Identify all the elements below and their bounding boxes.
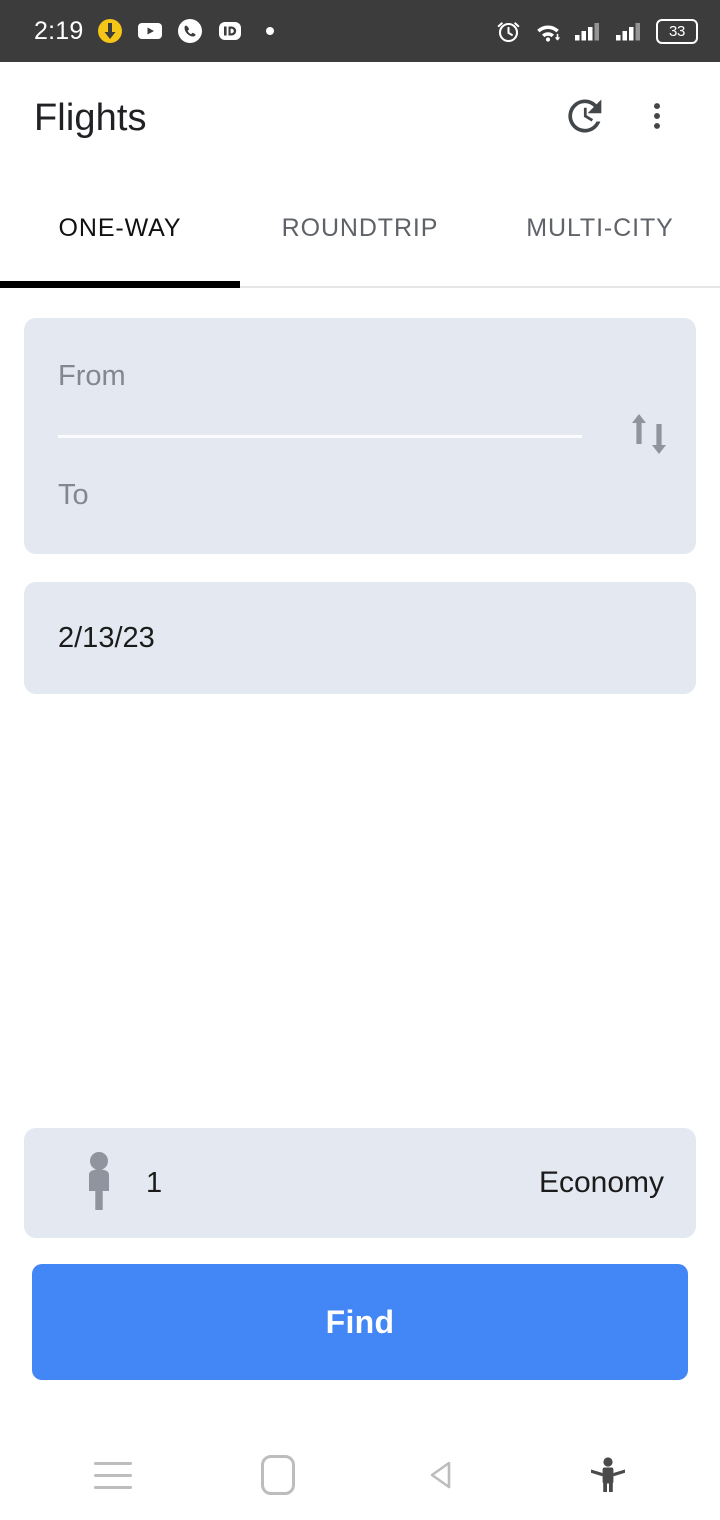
system-navigation-bar (0, 1430, 720, 1520)
swap-arrows-icon (626, 406, 674, 467)
passengers-class-row[interactable]: 1 Economy (24, 1128, 696, 1238)
accessibility-button[interactable] (525, 1430, 690, 1520)
home-button[interactable] (195, 1430, 360, 1520)
wifi-icon (533, 18, 563, 44)
status-bar-right: 33 (495, 18, 698, 45)
app-bar: Flights (0, 62, 720, 174)
passenger-count: 1 (146, 1166, 163, 1199)
phone-icon (176, 18, 203, 45)
find-button-label: Find (325, 1303, 395, 1340)
trip-type-tabs: ONE-WAY ROUNDTRIP MULTI-CITY (0, 174, 720, 288)
tab-roundtrip[interactable]: ROUNDTRIP (240, 174, 480, 288)
swap-button[interactable] (604, 318, 696, 554)
history-icon (561, 94, 605, 143)
cabin-class-value[interactable]: Economy (539, 1166, 664, 1200)
home-icon (260, 1455, 295, 1495)
back-icon (422, 1454, 464, 1496)
person-icon (82, 1150, 116, 1217)
status-bar: 2:19 33 (0, 0, 720, 62)
status-bar-left: 2:19 (34, 17, 495, 46)
passengers-selector[interactable]: 1 (82, 1150, 539, 1217)
page-title: Flights (34, 96, 147, 139)
to-input[interactable]: To (58, 438, 582, 555)
id-app-icon (216, 18, 243, 45)
battery-icon: 33 (656, 18, 698, 44)
overflow-menu-icon (640, 99, 674, 138)
recents-button[interactable] (30, 1430, 195, 1520)
recents-icon (93, 1461, 132, 1489)
download-icon (96, 18, 123, 45)
tab-multi-city[interactable]: MULTI-CITY (480, 174, 720, 288)
search-form: From To 2/13/23 1 Economy Find (0, 288, 720, 1430)
tab-active-indicator (0, 281, 240, 288)
phone-screen: 2:19 33 Flights ONE-WAY ROUNDTRIP MULTI-… (0, 0, 720, 1520)
overflow-menu-button[interactable] (620, 81, 694, 155)
route-fields: From To (58, 318, 604, 554)
back-button[interactable] (360, 1430, 525, 1520)
signal-sim1-icon (574, 18, 604, 44)
route-card: From To (24, 318, 696, 554)
alarm-icon (495, 18, 522, 45)
signal-sim2-icon (615, 18, 645, 44)
date-input[interactable]: 2/13/23 (24, 582, 696, 694)
accessibility-icon (585, 1452, 631, 1498)
tab-one-way[interactable]: ONE-WAY (0, 174, 240, 288)
youtube-icon (136, 18, 163, 45)
find-button[interactable]: Find (32, 1264, 688, 1380)
from-input[interactable]: From (58, 318, 582, 438)
more-notifications-dot (256, 18, 283, 45)
status-clock: 2:19 (34, 16, 84, 45)
history-button[interactable] (546, 81, 620, 155)
battery-level: 33 (668, 22, 686, 40)
